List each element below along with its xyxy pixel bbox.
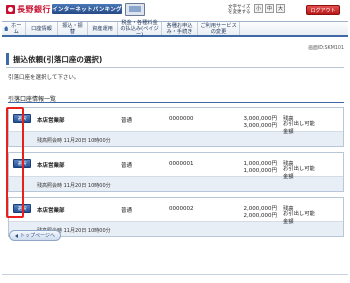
screen-id: 画面ID:SKM101 (308, 46, 344, 51)
font-size-label: 文字サイズを変更する (228, 5, 251, 15)
computer-icon (125, 3, 145, 16)
instruction-text: 引落口座を選択して下さい。 (8, 75, 80, 81)
nav-item-home[interactable]: ホーム (2, 22, 26, 35)
font-size-medium-button[interactable]: 中 (265, 4, 274, 13)
available-amount: 2,000,000円 (243, 213, 278, 219)
nav-item-applications[interactable]: 各種お申込み・手続き (162, 22, 198, 35)
nav-item-account-info[interactable]: 口座情報 (26, 22, 58, 35)
branch-name: 本店営業部 (37, 118, 65, 124)
nav-item-asset-management[interactable]: 資産運用 (88, 22, 118, 35)
font-size-small-button[interactable]: 小 (254, 4, 263, 13)
nav-item-payeasy[interactable]: 税金・各種料金の払込み(ペイジー) (118, 20, 162, 38)
available-label-suffix: 金額 (283, 174, 294, 180)
account-row-main: 選択 本店営業部 普通 0000002 2,000,000円 2,000,000… (9, 198, 343, 225)
account-row: 選択 本店営業部 普通 0000000 3,000,000円 3,000,000… (8, 107, 344, 147)
available-amount: 1,000,000円 (243, 168, 278, 174)
top-page-button[interactable]: トップページへ (9, 230, 61, 241)
nav-item-transfer[interactable]: 振込・振替 (58, 22, 88, 35)
footer-divider (2, 274, 348, 275)
available-label-suffix: 金額 (283, 219, 294, 225)
page-title: 振込依頼(引落口座の選択) (6, 53, 344, 65)
nav-item-label: ホーム (11, 22, 22, 35)
title-divider (6, 67, 344, 68)
balance-inquiry-time: 残高照会時 11月20日 10時00分 (37, 183, 111, 189)
back-arrow-icon (15, 233, 19, 238)
branch-name: 本店営業部 (37, 208, 65, 214)
internet-banking-banner: インターネットバンキング (52, 4, 122, 14)
home-icon (4, 26, 9, 31)
account-number: 0000000 (169, 116, 194, 122)
available-amount: 3,000,000円 (243, 123, 278, 129)
section-divider (8, 102, 344, 103)
nav-item-service-change[interactable]: ご利用サービスの変更 (198, 22, 240, 35)
account-type: 普通 (121, 118, 133, 124)
account-row: 選択 本店営業部 普通 0000001 1,000,000円 1,000,000… (8, 152, 344, 192)
account-number: 0000001 (169, 161, 194, 167)
account-type: 普通 (121, 163, 133, 169)
available-label-suffix: 金額 (283, 129, 294, 135)
font-size-large-button[interactable]: 大 (276, 4, 285, 13)
header: 長野銀行 インターネットバンキング 文字サイズを変更する 小 中 大 ログアウト (0, 0, 350, 20)
balance-inquiry-time: 残高照会時 11月20日 10時00分 (37, 138, 111, 144)
account-type: 普通 (121, 208, 133, 214)
top-page-button-label: トップページへ (20, 233, 55, 239)
bank-logo-icon (6, 5, 15, 14)
bank-logo[interactable]: 長野銀行 (6, 4, 51, 15)
main-nav: ホーム 口座情報 振込・振替 資産運用 税金・各種料金の払込み(ペイジー) 各種… (2, 20, 348, 38)
account-row-main: 選択 本店営業部 普通 0000001 1,000,000円 1,000,000… (9, 153, 343, 180)
account-row-main: 選択 本店営業部 普通 0000000 3,000,000円 3,000,000… (9, 108, 343, 135)
bank-name: 長野銀行 (17, 5, 51, 14)
account-number: 0000002 (169, 206, 194, 212)
branch-name: 本店営業部 (37, 163, 65, 169)
logout-button[interactable]: ログアウト (306, 5, 340, 15)
select-buttons-highlight (6, 107, 24, 218)
